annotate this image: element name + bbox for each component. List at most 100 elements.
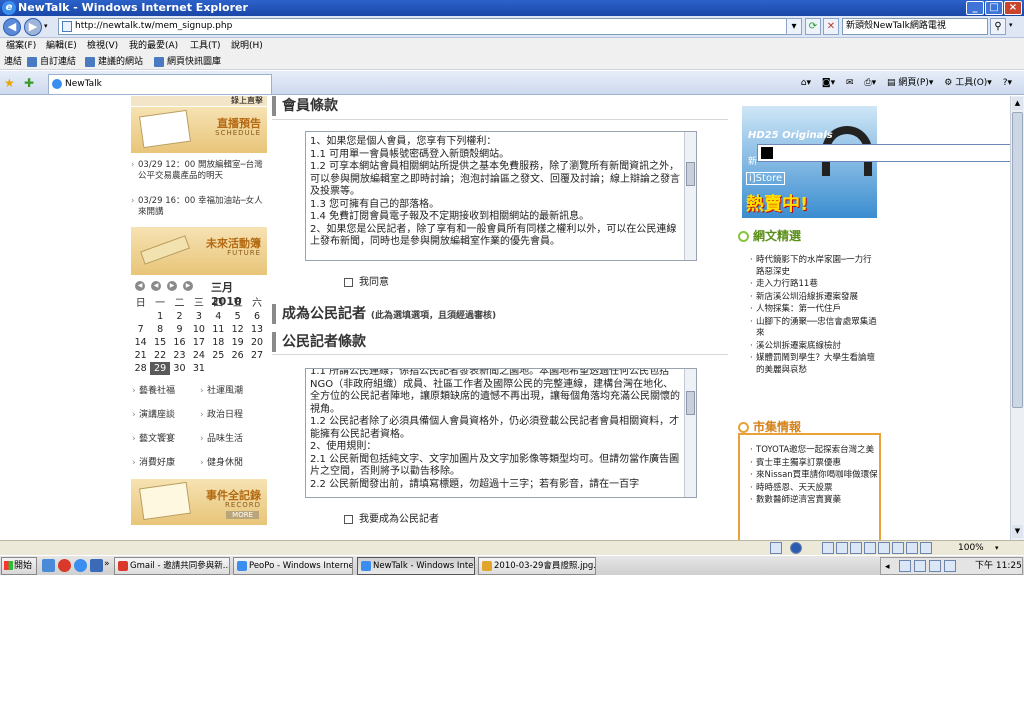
ime-toolbar-icon[interactable]	[822, 542, 834, 554]
close-window-button[interactable]: ×	[1004, 1, 1022, 15]
agree-checkbox[interactable]	[344, 277, 353, 287]
taskbar-window-button[interactable]: NewTalk - Windows Inter...	[357, 557, 475, 575]
ime-toolbar-icon[interactable]	[920, 542, 932, 554]
back-button[interactable]: ◀	[3, 18, 21, 36]
menu-help[interactable]: 說明(H)	[231, 38, 263, 54]
quicklaunch-google-icon[interactable]	[58, 559, 71, 572]
calendar-day[interactable]: 17	[189, 336, 208, 349]
calendar-day[interactable]: 23	[170, 349, 189, 362]
maximize-button[interactable]: □	[985, 1, 1003, 15]
menu-view[interactable]: 檢視(V)	[87, 38, 118, 54]
member-terms-textarea[interactable]: 1、如果您是個人會員，您享有下列權利： 1.1 可用單一會員帳號密碼登入新頭殼網站…	[305, 131, 697, 261]
calendar-day[interactable]: 29	[150, 362, 170, 375]
refresh-icon[interactable]: ⟳	[805, 18, 821, 35]
tools-menu[interactable]: ⚙ 工具(O)▾	[944, 78, 992, 88]
search-icon[interactable]: ⚲	[990, 18, 1006, 35]
recent-pages-chevron-icon[interactable]: ▾	[44, 22, 48, 30]
ime-toolbar-icon[interactable]	[878, 542, 890, 554]
favorites-star-icon[interactable]: ★	[4, 76, 15, 90]
minimize-button[interactable]: _	[966, 1, 984, 15]
article-link[interactable]: 時時感恩、天天設票	[750, 483, 878, 495]
article-link[interactable]: TOYOTA邀您一起探索台灣之美	[750, 445, 878, 457]
agree-checkbox-row[interactable]: 我同意	[344, 277, 389, 289]
forward-button[interactable]: ▶	[24, 18, 42, 36]
help-icon[interactable]: ?▾	[1003, 78, 1012, 88]
calendar-day[interactable]: 3	[189, 310, 208, 323]
article-link[interactable]: 新店溪公圳沿線拆遷案發展	[750, 292, 878, 304]
status-zone-icon[interactable]	[770, 542, 782, 554]
link-suggested-sites[interactable]: 建議的網站	[85, 54, 143, 70]
calendar-day[interactable]: 21	[131, 349, 150, 362]
calendar-day[interactable]: 19	[228, 336, 247, 349]
calendar-day[interactable]: 9	[170, 323, 189, 336]
scroll-up-icon[interactable]: ▲	[1012, 97, 1023, 110]
article-link[interactable]: 人物採集：第一代住戶	[750, 304, 878, 316]
calendar-day[interactable]: 16	[170, 336, 189, 349]
scroll-down-icon[interactable]: ▼	[1012, 525, 1023, 538]
calendar-day[interactable]: 4	[209, 310, 228, 323]
ime-toolbar-icon[interactable]	[836, 542, 848, 554]
address-dropdown-button[interactable]: ▾	[786, 18, 802, 35]
article-link[interactable]: 賓士車主獨享訂票優惠	[750, 458, 878, 470]
tray-show-hidden-icon[interactable]: ◂	[885, 559, 890, 575]
hd25-advertisement[interactable]: HD25 Originals 新 i]Store 熱賣中!	[742, 106, 877, 218]
calendar-day[interactable]: 24	[189, 349, 208, 362]
tray-network-icon[interactable]	[899, 560, 911, 572]
calendar-day[interactable]: 20	[247, 336, 266, 349]
article-link[interactable]: 媒體罰鬧到學生？大學生看論壇的美麗與哀愁	[750, 353, 878, 376]
schedule-item[interactable]: 03/29 12：00 開放編輯室─台灣公平交易農產品的明天	[131, 160, 266, 182]
calendar-day[interactable]: 18	[209, 336, 228, 349]
category-link[interactable]: 藝養社福	[131, 385, 197, 397]
ime-toolbar-icon[interactable]	[864, 542, 876, 554]
quicklaunch-ie-icon[interactable]	[74, 559, 87, 572]
zoom-chevron-icon[interactable]: ▾	[995, 541, 999, 555]
calendar-next-year-icon[interactable]: ▶	[183, 281, 193, 291]
tray-volume-icon[interactable]	[914, 560, 926, 572]
calendar-day[interactable]: 25	[209, 349, 228, 362]
calendar-next-month-icon[interactable]: ▶	[167, 281, 177, 291]
overlay-popup[interactable]	[757, 144, 1010, 162]
category-link[interactable]: 社運風潮	[199, 385, 265, 397]
article-link[interactable]: 來Nissan買車請你喝咖啡做環保	[750, 470, 878, 482]
calendar-day[interactable]: 22	[150, 349, 169, 362]
calendar-day[interactable]: 2	[170, 310, 189, 323]
article-link[interactable]: 數數醫師逆濟宮賣寶藥	[750, 495, 878, 507]
address-input[interactable]: http://newtalk.tw/mem_signup.php	[58, 18, 796, 35]
link-web-slice-gallery[interactable]: 網頁快訊圖庫	[154, 54, 221, 70]
zoom-level[interactable]: 100%	[958, 541, 984, 555]
calendar-day[interactable]: 12	[228, 323, 247, 336]
article-link[interactable]: 山腳下的湧聚──忠信會處眾集過來	[750, 317, 878, 340]
menu-tools[interactable]: 工具(T)	[190, 38, 221, 54]
menu-favorites[interactable]: 我的最愛(A)	[129, 38, 178, 54]
feeds-icon[interactable]: ◙▾	[822, 78, 835, 88]
page-scrollbar[interactable]: ▲ ▼	[1010, 96, 1024, 540]
search-options-chevron-icon[interactable]: ▾	[1009, 21, 1013, 29]
category-link[interactable]: 藝文饗宴	[131, 433, 197, 445]
article-link[interactable]: 走入力行路11巷	[750, 279, 878, 291]
citizen-terms-textarea[interactable]: 1.1 所謂公民連線，係指公民記者發表新聞之園地。本園地希望透過任何公民包括 N…	[305, 368, 697, 498]
category-link[interactable]: 政治日程	[199, 409, 265, 421]
record-more-button[interactable]: MORE	[226, 511, 259, 519]
category-link[interactable]: 消費好康	[131, 457, 197, 469]
citizen-terms-scrollbar[interactable]	[684, 369, 696, 497]
print-icon[interactable]: ⎙▾	[864, 78, 876, 88]
taskbar-window-button[interactable]: 2010-03-29會員證照.jpg...	[478, 557, 596, 575]
search-input[interactable]: 新頭殼NewTalk網路電視	[842, 18, 988, 35]
scroll-thumb[interactable]	[1012, 112, 1023, 408]
menu-edit[interactable]: 編輯(E)	[46, 38, 77, 54]
home-icon[interactable]: ⌂▾	[801, 78, 811, 88]
calendar-day[interactable]: 14	[131, 336, 150, 349]
calendar-prev-month-icon[interactable]: ◀	[151, 281, 161, 291]
start-button[interactable]: 開始	[1, 557, 37, 575]
quicklaunch-more-icon[interactable]: »	[104, 559, 110, 569]
article-link[interactable]: 時代鏡影下的水岸家園─一力行路惡深史	[750, 255, 878, 278]
ime-toolbar-icon[interactable]	[906, 542, 918, 554]
link-custom[interactable]: 自訂連結	[27, 54, 76, 70]
tray-app-icon[interactable]	[929, 560, 941, 572]
calendar-day[interactable]: 1	[150, 310, 169, 323]
calendar-day[interactable]: 11	[209, 323, 228, 336]
category-link[interactable]: 健身休閒	[199, 457, 265, 469]
calendar-day[interactable]: 30	[170, 362, 189, 375]
calendar-day[interactable]: 13	[247, 323, 266, 336]
calendar-day[interactable]: 8	[150, 323, 169, 336]
